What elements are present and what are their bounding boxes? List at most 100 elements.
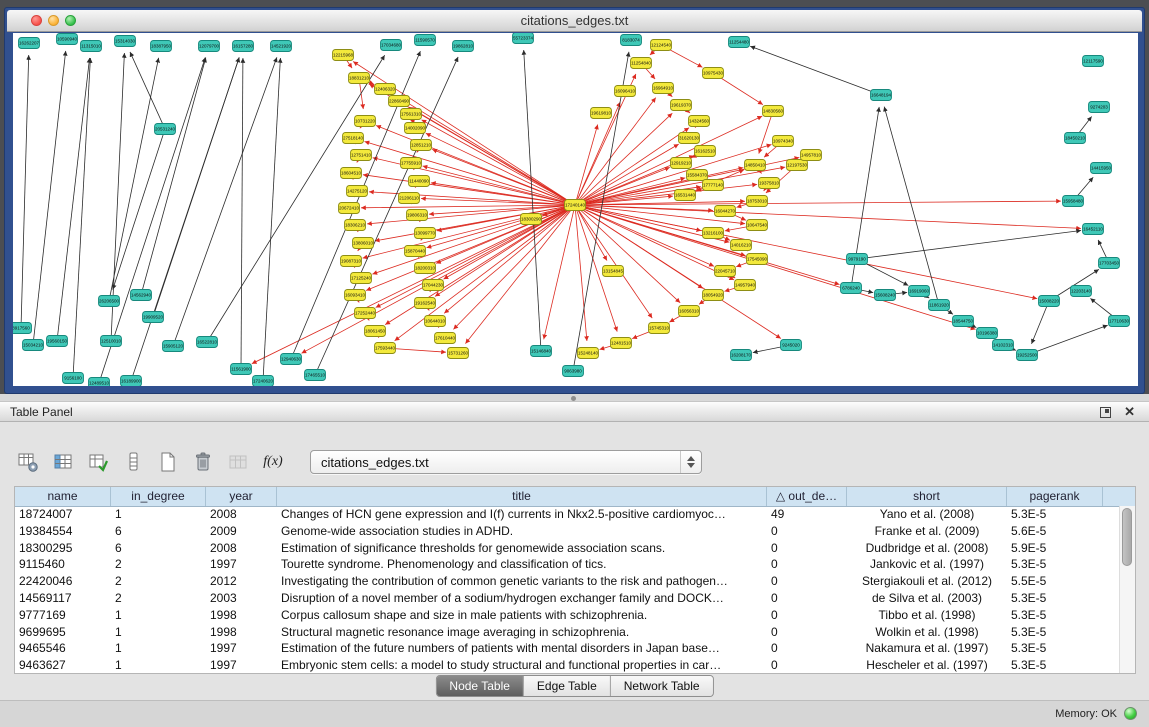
cell-title[interactable]: Genome-wide association studies in ADHD. <box>277 523 767 540</box>
graph-node[interactable]: 18300290 <box>521 214 542 225</box>
graph-node[interactable]: 17703450 <box>1099 258 1120 269</box>
graph-node[interactable]: 16056310 <box>679 306 700 317</box>
graph-node[interactable]: 13216100 <box>703 228 724 239</box>
graph-node[interactable]: 14415950 <box>1091 163 1112 174</box>
cell-out_degree[interactable]: 0 <box>767 607 847 624</box>
cell-out_degree[interactable]: 49 <box>767 506 847 523</box>
cell-out_degree[interactable]: 0 <box>767 573 847 590</box>
graph-node[interactable]: 19619370 <box>671 100 692 111</box>
graph-node[interactable]: 14957810 <box>801 150 822 161</box>
cell-pagerank[interactable]: 5.3E-5 <box>1007 657 1103 673</box>
cell-year[interactable]: 2009 <box>206 523 277 540</box>
graph-node[interactable]: 11315010 <box>81 41 102 52</box>
graph-node[interactable]: 18604510 <box>341 168 362 179</box>
cell-short[interactable]: Franke et al. (2009) <box>847 523 1007 540</box>
graph-node[interactable]: 16522810 <box>197 337 218 348</box>
graph-node[interactable]: 11561900 <box>231 364 252 375</box>
cell-year[interactable]: 1998 <box>206 607 277 624</box>
table-scrollbar-thumb[interactable] <box>1122 508 1132 566</box>
graph-node[interactable]: 15905120 <box>163 341 184 352</box>
cell-name[interactable]: 18724007 <box>15 506 111 523</box>
cell-in_degree[interactable]: 1 <box>111 640 206 657</box>
graph-node[interactable]: 10647540 <box>747 220 768 231</box>
graph-node[interactable]: 18753010 <box>747 196 768 207</box>
cell-short[interactable]: de Silva et al. (2003) <box>847 590 1007 607</box>
graph-node[interactable]: 17125240 <box>351 273 372 284</box>
graph-node[interactable]: 12940630 <box>281 354 302 365</box>
graph-node[interactable]: 17252440 <box>355 308 376 319</box>
row-height-icon[interactable] <box>121 450 145 474</box>
cell-in_degree[interactable]: 1 <box>111 506 206 523</box>
column-header-title[interactable]: title <box>277 487 767 506</box>
graph-node[interactable]: 17545090 <box>747 254 768 265</box>
graph-node[interactable]: 18831210 <box>349 73 370 84</box>
cell-pagerank[interactable]: 5.3E-5 <box>1007 506 1103 523</box>
graph-node[interactable]: 11590570 <box>415 35 436 46</box>
graph-node[interactable]: 14102310 <box>993 340 1014 351</box>
cell-year[interactable]: 2008 <box>206 506 277 523</box>
import-table-icon[interactable] <box>226 450 250 474</box>
graph-node[interactable]: 14016210 <box>731 240 752 251</box>
table-row[interactable]: 911546021997Tourette syndrome. Phenomeno… <box>15 556 1120 573</box>
graph-node[interactable]: 12510010 <box>101 336 122 347</box>
column-header-pagerank[interactable]: pagerank <box>1007 487 1103 506</box>
graph-node[interactable]: 10644010 <box>425 316 446 327</box>
graph-node[interactable]: 17034680 <box>381 40 402 51</box>
tab-network-table[interactable]: Network Table <box>611 676 713 696</box>
delete-column-icon[interactable] <box>191 450 215 474</box>
graph-node[interactable]: 12197530 <box>787 160 808 171</box>
cell-title[interactable]: Investigating the contribution of common… <box>277 573 767 590</box>
graph-node[interactable]: 18387950 <box>151 41 172 52</box>
close-panel-icon[interactable]: ✕ <box>1124 404 1135 420</box>
graph-node[interactable]: 16531440 <box>675 190 696 201</box>
graph-node[interactable]: 16208170 <box>731 350 752 361</box>
graph-node[interactable]: 17240620 <box>253 376 274 387</box>
cell-name[interactable]: 9777169 <box>15 607 111 624</box>
cell-pagerank[interactable]: 5.3E-5 <box>1007 607 1103 624</box>
zoom-window-icon[interactable] <box>65 15 76 26</box>
graph-node[interactable]: 16093410 <box>345 290 366 301</box>
cell-in_degree[interactable]: 6 <box>111 523 206 540</box>
table-row[interactable]: 2242004622012Investigating the contribut… <box>15 573 1120 590</box>
graph-node[interactable]: 9063980 <box>563 366 584 377</box>
graph-node[interactable]: 12489510 <box>89 378 110 387</box>
graph-node[interactable]: 10196380 <box>977 328 998 339</box>
cell-year[interactable]: 1998 <box>206 624 277 641</box>
table-row[interactable]: 1938455462009Genome-wide association stu… <box>15 523 1120 540</box>
graph-node[interactable]: 9979190 <box>847 254 868 265</box>
graph-node[interactable]: 19375810 <box>759 178 780 189</box>
cell-in_degree[interactable]: 1 <box>111 657 206 673</box>
graph-node[interactable]: 9156100 <box>63 373 84 384</box>
graph-node[interactable]: 14850410 <box>745 160 766 171</box>
graph-node[interactable]: 16262207 <box>19 38 40 49</box>
graph-node[interactable]: 16044270 <box>715 206 736 217</box>
cell-title[interactable]: Tourette syndrome. Phenomenology and cla… <box>277 556 767 573</box>
graph-node[interactable]: 19252500 <box>1017 350 1038 361</box>
cell-pagerank[interactable]: 5.6E-5 <box>1007 523 1103 540</box>
graph-node[interactable]: 18061450 <box>365 326 386 337</box>
graph-node[interactable]: 12079700 <box>199 41 220 52</box>
graph-node[interactable]: 17240140 <box>565 200 586 211</box>
cell-short[interactable]: Yano et al. (2008) <box>847 506 1007 523</box>
cell-pagerank[interactable]: 5.3E-5 <box>1007 590 1103 607</box>
cell-title[interactable]: Disruption of a novel member of a sodium… <box>277 590 767 607</box>
table-row[interactable]: 1872400712008Changes of HCN gene express… <box>15 506 1120 523</box>
cell-in_degree[interactable]: 2 <box>111 590 206 607</box>
cell-name[interactable]: 9699695 <box>15 624 111 641</box>
cell-out_degree[interactable]: 0 <box>767 624 847 641</box>
graph-node[interactable]: 13806010 <box>353 238 374 249</box>
cell-name[interactable]: 19384554 <box>15 523 111 540</box>
cell-year[interactable]: 2008 <box>206 540 277 557</box>
graph-node[interactable]: 20672410 <box>339 203 360 214</box>
cell-in_degree[interactable]: 2 <box>111 573 206 590</box>
graph-node[interactable]: 11254840 <box>631 58 652 69</box>
graph-node[interactable]: 17610440 <box>435 333 456 344</box>
graph-node[interactable]: 16919060 <box>909 286 930 297</box>
graph-node[interactable]: 10731220 <box>355 116 376 127</box>
graph-node[interactable]: 16964910 <box>653 83 674 94</box>
tab-edge-table[interactable]: Edge Table <box>524 676 611 696</box>
graph-node[interactable]: 15958480 <box>1063 196 1084 207</box>
new-column-icon[interactable] <box>156 450 180 474</box>
graph-node[interactable]: 12751410 <box>351 150 372 161</box>
graph-node[interactable]: 11254480 <box>729 37 750 48</box>
